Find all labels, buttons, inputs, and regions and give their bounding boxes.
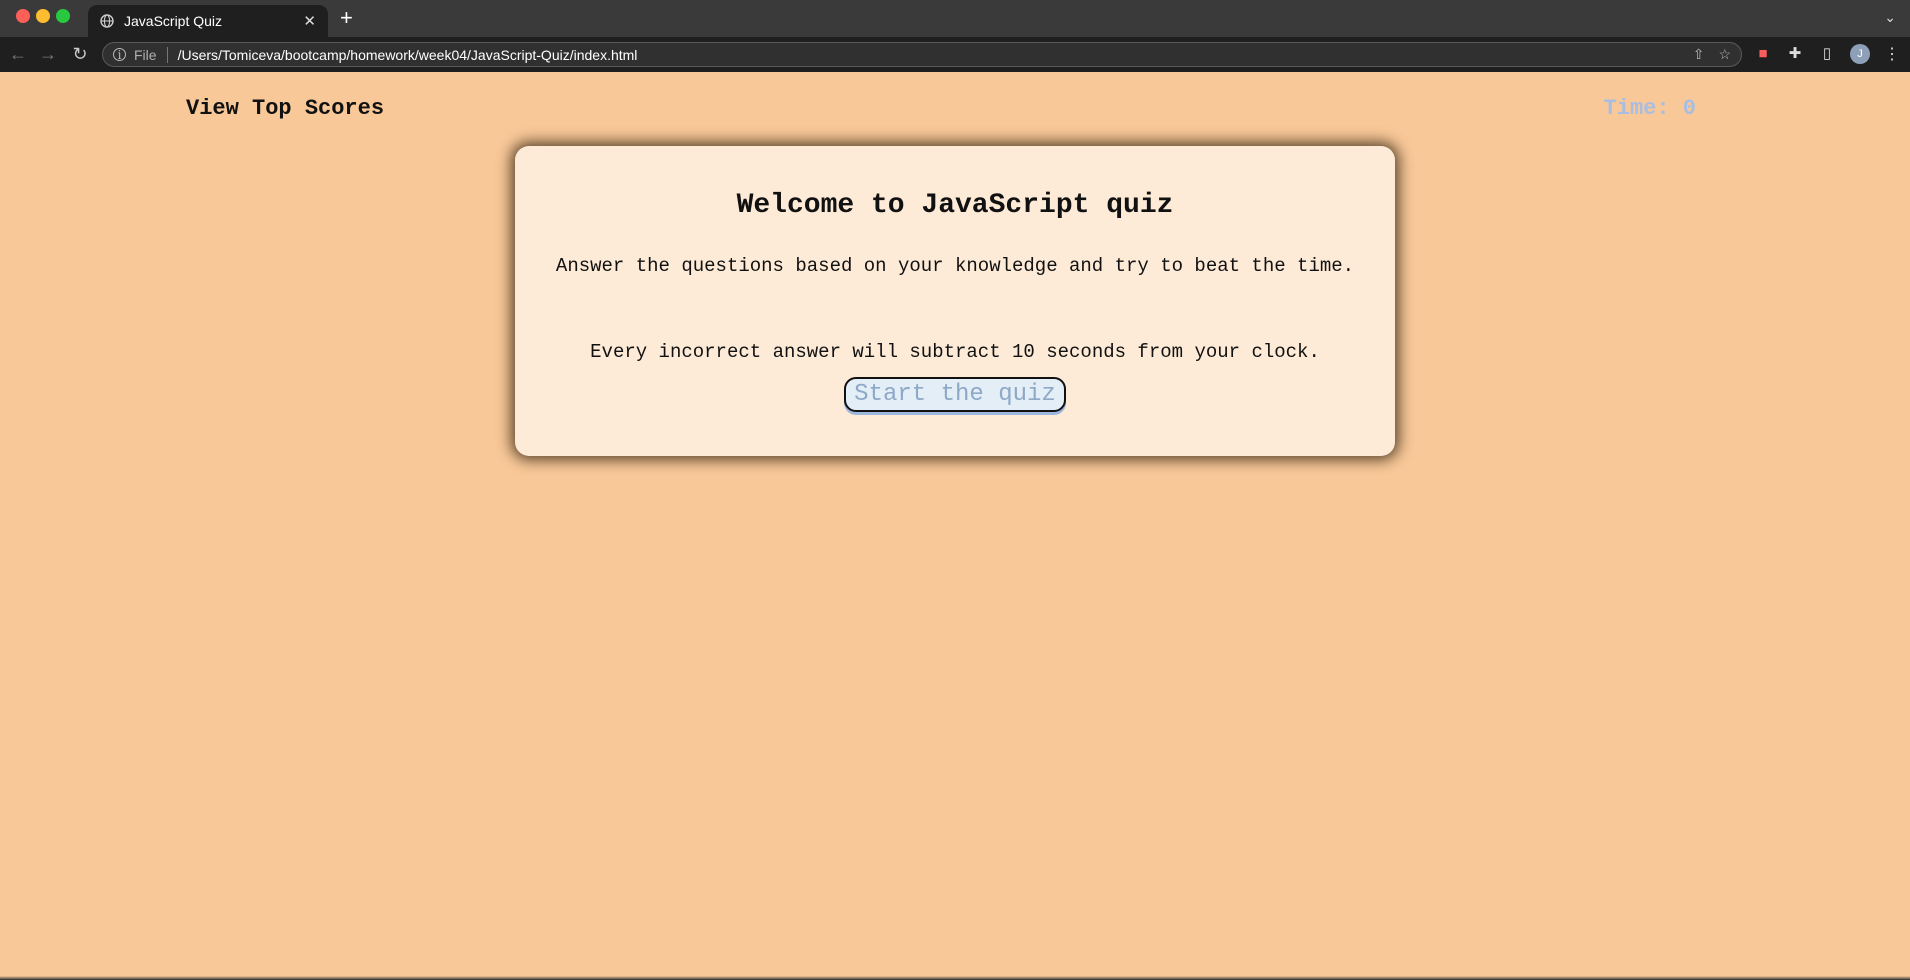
- globe-icon: [100, 14, 114, 28]
- info-icon[interactable]: i: [113, 48, 126, 62]
- window-bottom-edge: [0, 976, 1910, 980]
- penalty-warning: Every incorrect answer will subtract 10 …: [590, 341, 1320, 363]
- page-content: View Top Scores Time: 0 Welcome to JavaS…: [0, 72, 1910, 980]
- browser-toolbar: ← → ↻ i File /Users/Tomiceva/bootcamp/ho…: [0, 37, 1910, 72]
- browser-tab-bar: JavaScript Quiz ✕ + ⌄: [0, 0, 1910, 37]
- star-icon[interactable]: ☆: [1718, 46, 1731, 63]
- tab-title: JavaScript Quiz: [124, 13, 223, 29]
- close-window-button[interactable]: [16, 9, 30, 23]
- quiz-description: Answer the questions based on your knowl…: [555, 255, 1355, 277]
- record-icon[interactable]: ■: [1754, 45, 1772, 63]
- chevron-down-icon[interactable]: ⌄: [1884, 9, 1896, 26]
- view-top-scores-link[interactable]: View Top Scores: [186, 96, 384, 121]
- browser-tab[interactable]: JavaScript Quiz ✕: [88, 5, 328, 37]
- url-text[interactable]: /Users/Tomiceva/bootcamp/homework/week04…: [178, 47, 1679, 63]
- timer-display: Time: 0: [1603, 96, 1696, 121]
- more-vertical-icon[interactable]: ⋮: [1884, 44, 1900, 64]
- address-bar[interactable]: i File /Users/Tomiceva/bootcamp/homework…: [102, 42, 1742, 67]
- reload-icon[interactable]: ↻: [70, 44, 90, 64]
- new-tab-button[interactable]: +: [340, 6, 353, 30]
- close-icon[interactable]: ✕: [303, 12, 316, 30]
- minimize-window-button[interactable]: [36, 9, 50, 23]
- maximize-window-button[interactable]: [56, 9, 70, 23]
- puzzle-icon[interactable]: ✚: [1786, 45, 1804, 63]
- share-icon[interactable]: ⇧: [1693, 46, 1705, 63]
- start-quiz-button[interactable]: Start the quiz: [844, 377, 1066, 412]
- quiz-intro-card: Welcome to JavaScript quiz Answer the qu…: [515, 146, 1395, 456]
- avatar[interactable]: J: [1850, 44, 1870, 64]
- arrow-left-icon[interactable]: ←: [8, 44, 28, 64]
- scheme-label: File: [134, 46, 168, 63]
- side-panel-icon[interactable]: ▯: [1818, 45, 1836, 63]
- quiz-title: Welcome to JavaScript quiz: [736, 190, 1174, 221]
- arrow-right-icon[interactable]: →: [38, 44, 58, 64]
